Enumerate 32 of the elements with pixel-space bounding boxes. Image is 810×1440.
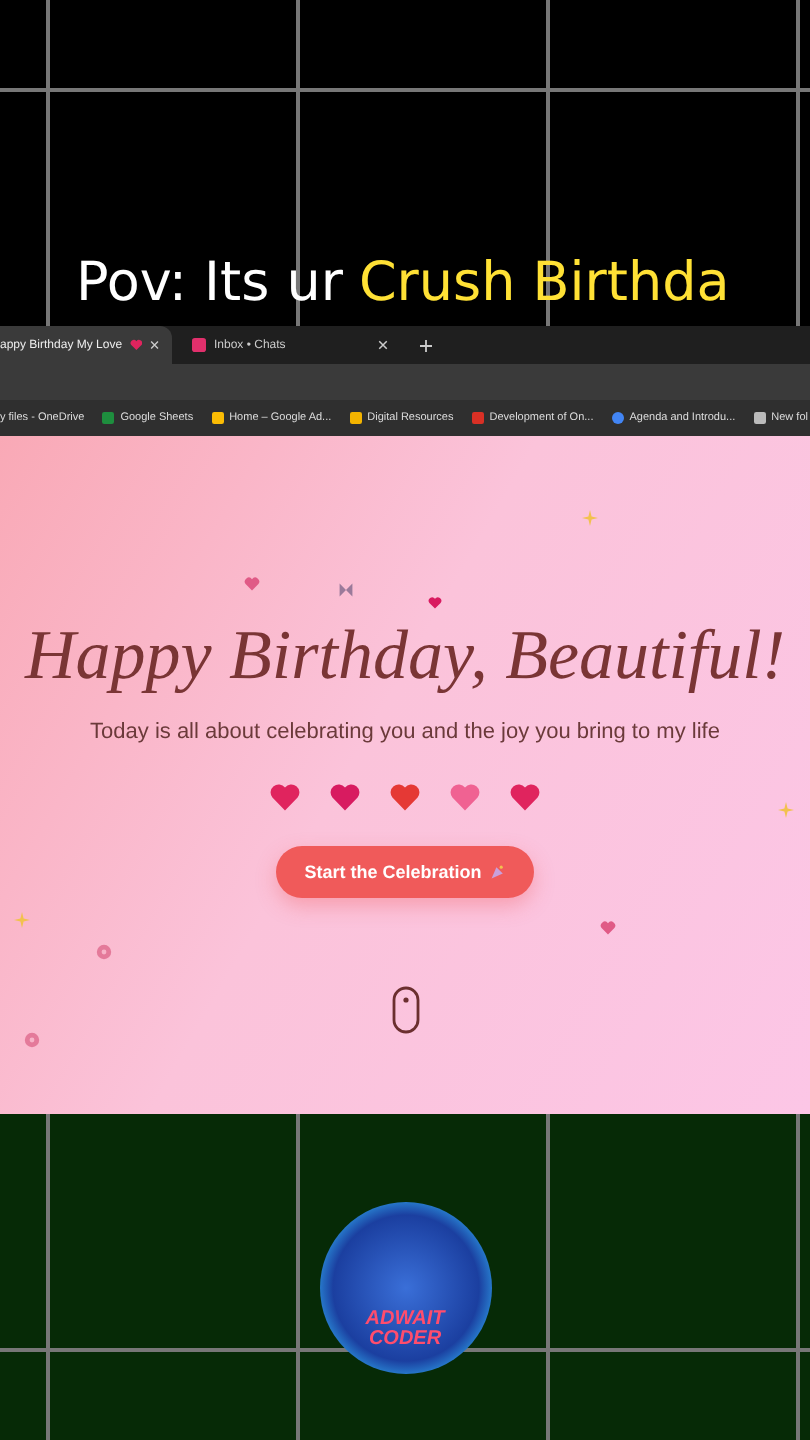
flower-icon	[24, 1032, 40, 1048]
app-icon	[192, 338, 206, 352]
channel-logo: ADWAIT CODER	[319, 1202, 491, 1374]
sparkle-icon	[14, 912, 30, 928]
heart-icon	[130, 338, 143, 352]
heart-icon	[244, 576, 260, 592]
flower-icon	[96, 944, 112, 960]
page-subtitle: Today is all about celebrating you and the joy you bring to my life	[90, 720, 720, 744]
bookmark-icon	[211, 412, 224, 424]
bookmark-icon	[349, 412, 362, 424]
page-title: Happy Birthday, Beautiful!	[24, 616, 786, 696]
heart-icon	[450, 782, 480, 812]
mouse-icon	[391, 986, 419, 1034]
heart-icon	[510, 782, 540, 812]
heart-icon	[428, 596, 442, 610]
new-tab-icon[interactable]	[420, 339, 432, 351]
heart-icon	[330, 782, 360, 812]
butterfly-icon	[338, 582, 354, 598]
heart-icon	[390, 782, 420, 812]
sparkle-icon	[778, 802, 794, 818]
close-icon[interactable]	[378, 340, 388, 350]
party-popper-icon	[489, 864, 506, 880]
close-icon[interactable]	[150, 340, 160, 350]
bookmark-icon	[471, 412, 484, 424]
bookmark-icon	[753, 412, 766, 424]
sparkle-icon	[582, 510, 598, 526]
caption-text: Pov: Its ur	[76, 250, 343, 318]
bookmark-icon	[611, 412, 624, 424]
heart-icon	[270, 782, 300, 812]
caption-highlight: Crush Birthda	[358, 250, 730, 318]
bookmark-icon	[102, 412, 115, 424]
heart-icon	[600, 920, 616, 936]
